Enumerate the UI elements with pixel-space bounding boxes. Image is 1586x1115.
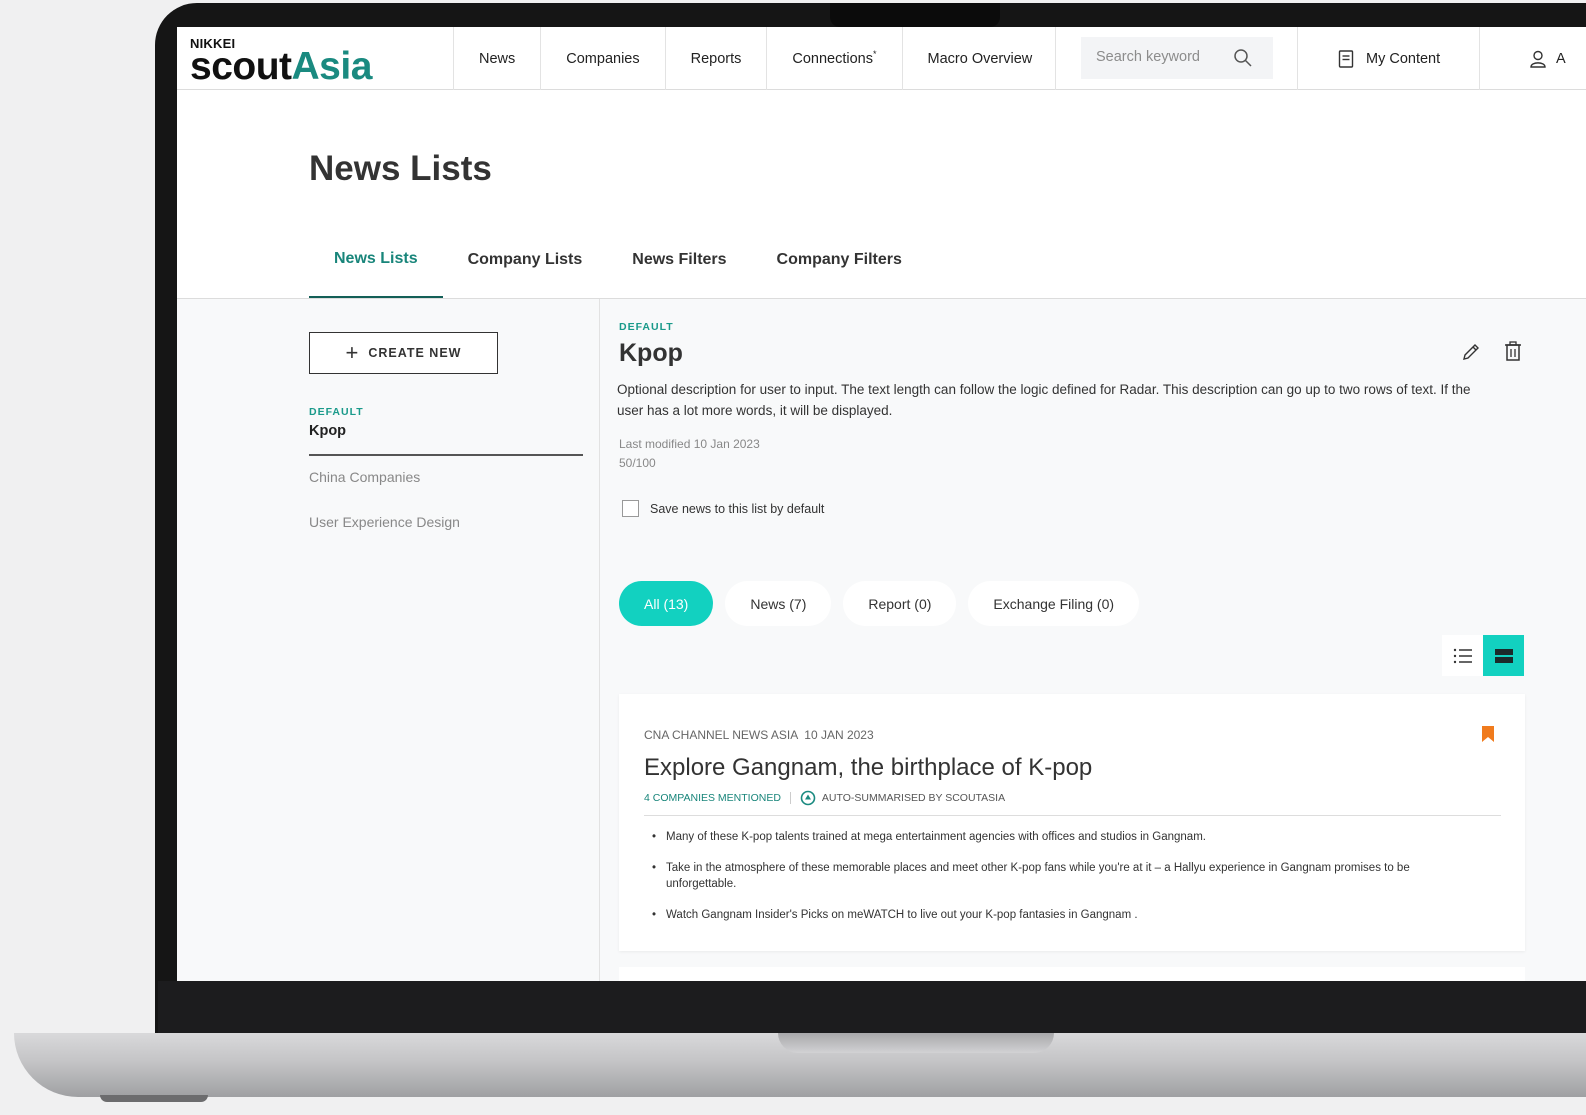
list-detail: DEFAULT Kpop Optional description for us… [600, 299, 1586, 981]
card-view-icon [1494, 648, 1513, 663]
edit-icon[interactable] [1460, 341, 1482, 363]
sidebar-selected-underline [309, 454, 583, 456]
logo-scout: scout [190, 45, 292, 88]
list-default-tag: DEFAULT [619, 321, 674, 333]
card-view-button[interactable] [1483, 635, 1524, 676]
sidebar-item-kpop[interactable]: Kpop [309, 423, 346, 439]
main-menu: News Companies Reports Connections * Macr… [453, 27, 1057, 90]
nav-macro-overview[interactable]: Macro Overview [901, 27, 1058, 90]
app-screen: NIKKEI scoutAsia News Companies Reports … [177, 27, 1586, 981]
auto-summary-badge: AUTO-SUMMARISED BY SCOUTASIA [800, 790, 1005, 806]
content-area: + CREATE NEW DEFAULT Kpop China Companie… [177, 299, 1586, 981]
search-box [1081, 37, 1273, 79]
summary-bullet: Take in the atmosphere of these memorabl… [652, 860, 1482, 892]
search-icon[interactable] [1233, 48, 1253, 68]
save-default-label: Save news to this list by default [650, 501, 825, 516]
search-area [1055, 27, 1297, 90]
list-view-button[interactable] [1442, 635, 1483, 676]
list-sidebar: + CREATE NEW DEFAULT Kpop China Companie… [177, 299, 600, 981]
nav-connections-marker: * [873, 48, 877, 59]
create-new-button[interactable]: + CREATE NEW [309, 332, 498, 374]
save-default-option[interactable]: Save news to this list by default [622, 500, 824, 517]
news-card-subline: 4 COMPANIES MENTIONED AUTO-SUMMARISED BY… [644, 790, 1005, 806]
laptop-chin [158, 981, 1586, 1035]
auto-summary-label: AUTO-SUMMARISED BY SCOUTASIA [821, 792, 1006, 804]
account-menu[interactable]: A [1479, 27, 1586, 90]
nav-connections-label: Connections [792, 50, 873, 67]
sidebar-item-china-companies[interactable]: China Companies [309, 469, 420, 485]
create-new-label: CREATE NEW [368, 346, 462, 360]
filter-news[interactable]: News (7) [725, 581, 832, 626]
tab-news-filters-label: News Filters [632, 251, 727, 268]
top-navigation: NIKKEI scoutAsia News Companies Reports … [177, 27, 1586, 90]
user-icon [1530, 50, 1546, 68]
news-card[interactable]: CNA CHANNEL NEWS ASIA 10 JAN 2023 Explore… [619, 694, 1525, 951]
summary-bullet: Watch Gangnam Insider's Picks on meWATCH… [652, 907, 1482, 923]
summary-bullets: Many of these K-pop talents trained at m… [652, 829, 1482, 938]
news-source: CNA CHANNEL NEWS ASIA [644, 728, 799, 742]
tab-company-filters[interactable]: Company Filters [752, 237, 927, 299]
list-description: Optional description for user to input. … [617, 382, 1471, 418]
search-input[interactable] [1096, 49, 1226, 65]
type-filter-pills: All (13) News (7) Report (0) Exchange Fi… [619, 581, 1151, 626]
trash-icon[interactable] [1503, 341, 1523, 363]
camera-notch [830, 3, 1000, 27]
list-view-icon [1453, 648, 1472, 663]
item-count: 50/100 [619, 456, 656, 470]
last-modified: Last modified 10 Jan 2023 [619, 437, 760, 451]
filter-all[interactable]: All (13) [619, 581, 714, 626]
nav-reports[interactable]: Reports [664, 27, 767, 90]
list-title: Kpop [619, 339, 683, 367]
view-toggle [1442, 635, 1524, 676]
tab-bar: News Lists Company Lists News Filters Co… [309, 237, 927, 299]
tab-news-lists[interactable]: News Lists [309, 237, 443, 299]
news-title[interactable]: Explore Gangnam, the birthplace of K-pop [644, 754, 1092, 782]
tab-company-lists[interactable]: Company Lists [443, 237, 608, 299]
tab-news-filters[interactable]: News Filters [607, 237, 751, 299]
account-label: A [1556, 50, 1566, 67]
logo-wordmark: scoutAsia [190, 47, 372, 86]
my-content-link[interactable]: My Content [1297, 27, 1479, 90]
plus-icon: + [345, 340, 360, 365]
laptop-foot [100, 1095, 208, 1102]
summary-bullet: Many of these K-pop talents trained at m… [652, 829, 1482, 845]
page-title: News Lists [309, 149, 492, 188]
tab-news-lists-label: News Lists [334, 249, 418, 267]
sidebar-item-user-experience-design[interactable]: User Experience Design [309, 514, 460, 530]
my-content-label: My Content [1366, 50, 1441, 67]
tab-company-lists-label: Company Lists [467, 251, 583, 268]
news-card-next[interactable] [619, 967, 1525, 981]
nav-companies[interactable]: Companies [540, 27, 664, 90]
document-icon [1338, 49, 1354, 68]
scoutasia-logo[interactable]: NIKKEI scoutAsia [190, 37, 372, 86]
bookmark-icon[interactable] [1481, 725, 1495, 743]
news-card-meta: CNA CHANNEL NEWS ASIA 10 JAN 2023 [644, 728, 874, 742]
nav-connections[interactable]: Connections * [766, 27, 901, 90]
laptop-base-notch [778, 1033, 1054, 1053]
filter-report[interactable]: Report (0) [843, 581, 957, 626]
news-card-divider [644, 815, 1501, 816]
companies-mentioned-link[interactable]: 4 COMPANIES MENTIONED [644, 792, 791, 804]
filter-exchange-filing[interactable]: Exchange Filing (0) [968, 581, 1140, 626]
logo-asia: Asia [291, 45, 373, 88]
nav-news[interactable]: News [453, 27, 540, 90]
save-default-checkbox[interactable] [622, 500, 639, 517]
scoutasia-summary-icon [800, 790, 816, 806]
sidebar-default-tag: DEFAULT [309, 406, 364, 418]
tab-company-filters-label: Company Filters [776, 251, 902, 268]
news-date: 10 JAN 2023 [804, 728, 874, 742]
